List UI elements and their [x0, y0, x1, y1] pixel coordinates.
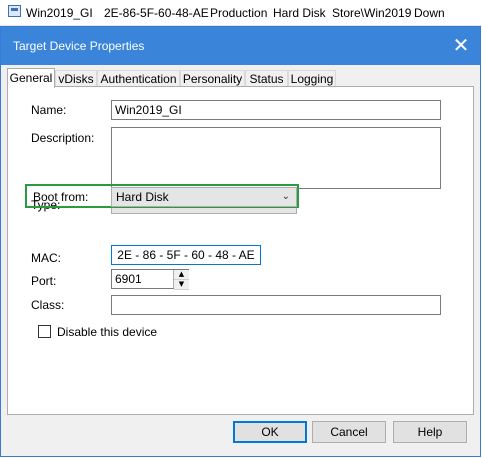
close-icon[interactable]: ✕ — [450, 34, 472, 56]
row-status: Down — [414, 6, 445, 20]
class-label: Class: — [31, 298, 65, 312]
boot-from-dropdown[interactable]: Hard Disk ⌄ — [111, 187, 297, 207]
tab-status[interactable]: Status — [245, 70, 288, 87]
device-icon — [8, 5, 21, 17]
disable-device-label[interactable]: Disable this device — [57, 325, 157, 339]
description-label: Description: — [31, 131, 95, 145]
cancel-button[interactable]: Cancel — [312, 421, 386, 443]
row-boot: Hard Disk — [273, 6, 326, 20]
row-type: Production — [210, 6, 268, 20]
tab-strip: General vDisks Authentication Personalit… — [7, 68, 477, 88]
boot-from-label: Boot from: — [33, 190, 89, 204]
port-spinner[interactable]: ▲ ▼ — [173, 270, 189, 290]
tab-vdisks[interactable]: vDisks — [55, 70, 97, 87]
tab-logging[interactable]: Logging — [288, 70, 336, 87]
title-bar[interactable]: Target Device Properties ✕ — [1, 27, 480, 65]
spin-down-icon[interactable]: ▼ — [174, 280, 189, 290]
port-label: Port: — [31, 274, 57, 288]
background-device-row[interactable]: Win2019_GI 2E-86-5F-60-48-AE Production … — [0, 0, 482, 26]
disable-device-checkbox[interactable] — [38, 325, 51, 338]
ok-button[interactable]: OK — [233, 421, 307, 443]
port-value: 6901 — [115, 272, 142, 286]
description-input[interactable] — [111, 127, 441, 189]
row-mac: 2E-86-5F-60-48-AE — [104, 6, 209, 20]
name-label: Name: — [31, 103, 67, 117]
mac-label: MAC: — [31, 251, 61, 265]
spin-up-icon[interactable]: ▲ — [174, 270, 189, 280]
help-button[interactable]: Help — [393, 421, 467, 443]
chevron-down-icon: ⌄ — [281, 191, 290, 202]
row-store: Store\Win2019 — [332, 6, 412, 20]
class-input[interactable] — [111, 295, 441, 315]
boot-from-value: Hard Disk — [116, 190, 169, 204]
mac-input[interactable]: 2E - 86 - 5F - 60 - 48 - AE — [111, 245, 261, 265]
name-input[interactable]: Win2019_GI — [111, 100, 441, 120]
row-name: Win2019_GI — [26, 6, 93, 20]
target-device-properties-dialog: Target Device Properties ✕ General vDisk… — [0, 26, 481, 457]
tab-personality[interactable]: Personality — [180, 70, 245, 87]
dialog-title: Target Device Properties — [13, 39, 145, 53]
tab-authentication[interactable]: Authentication — [97, 70, 180, 87]
tab-general[interactable]: General — [7, 68, 55, 88]
